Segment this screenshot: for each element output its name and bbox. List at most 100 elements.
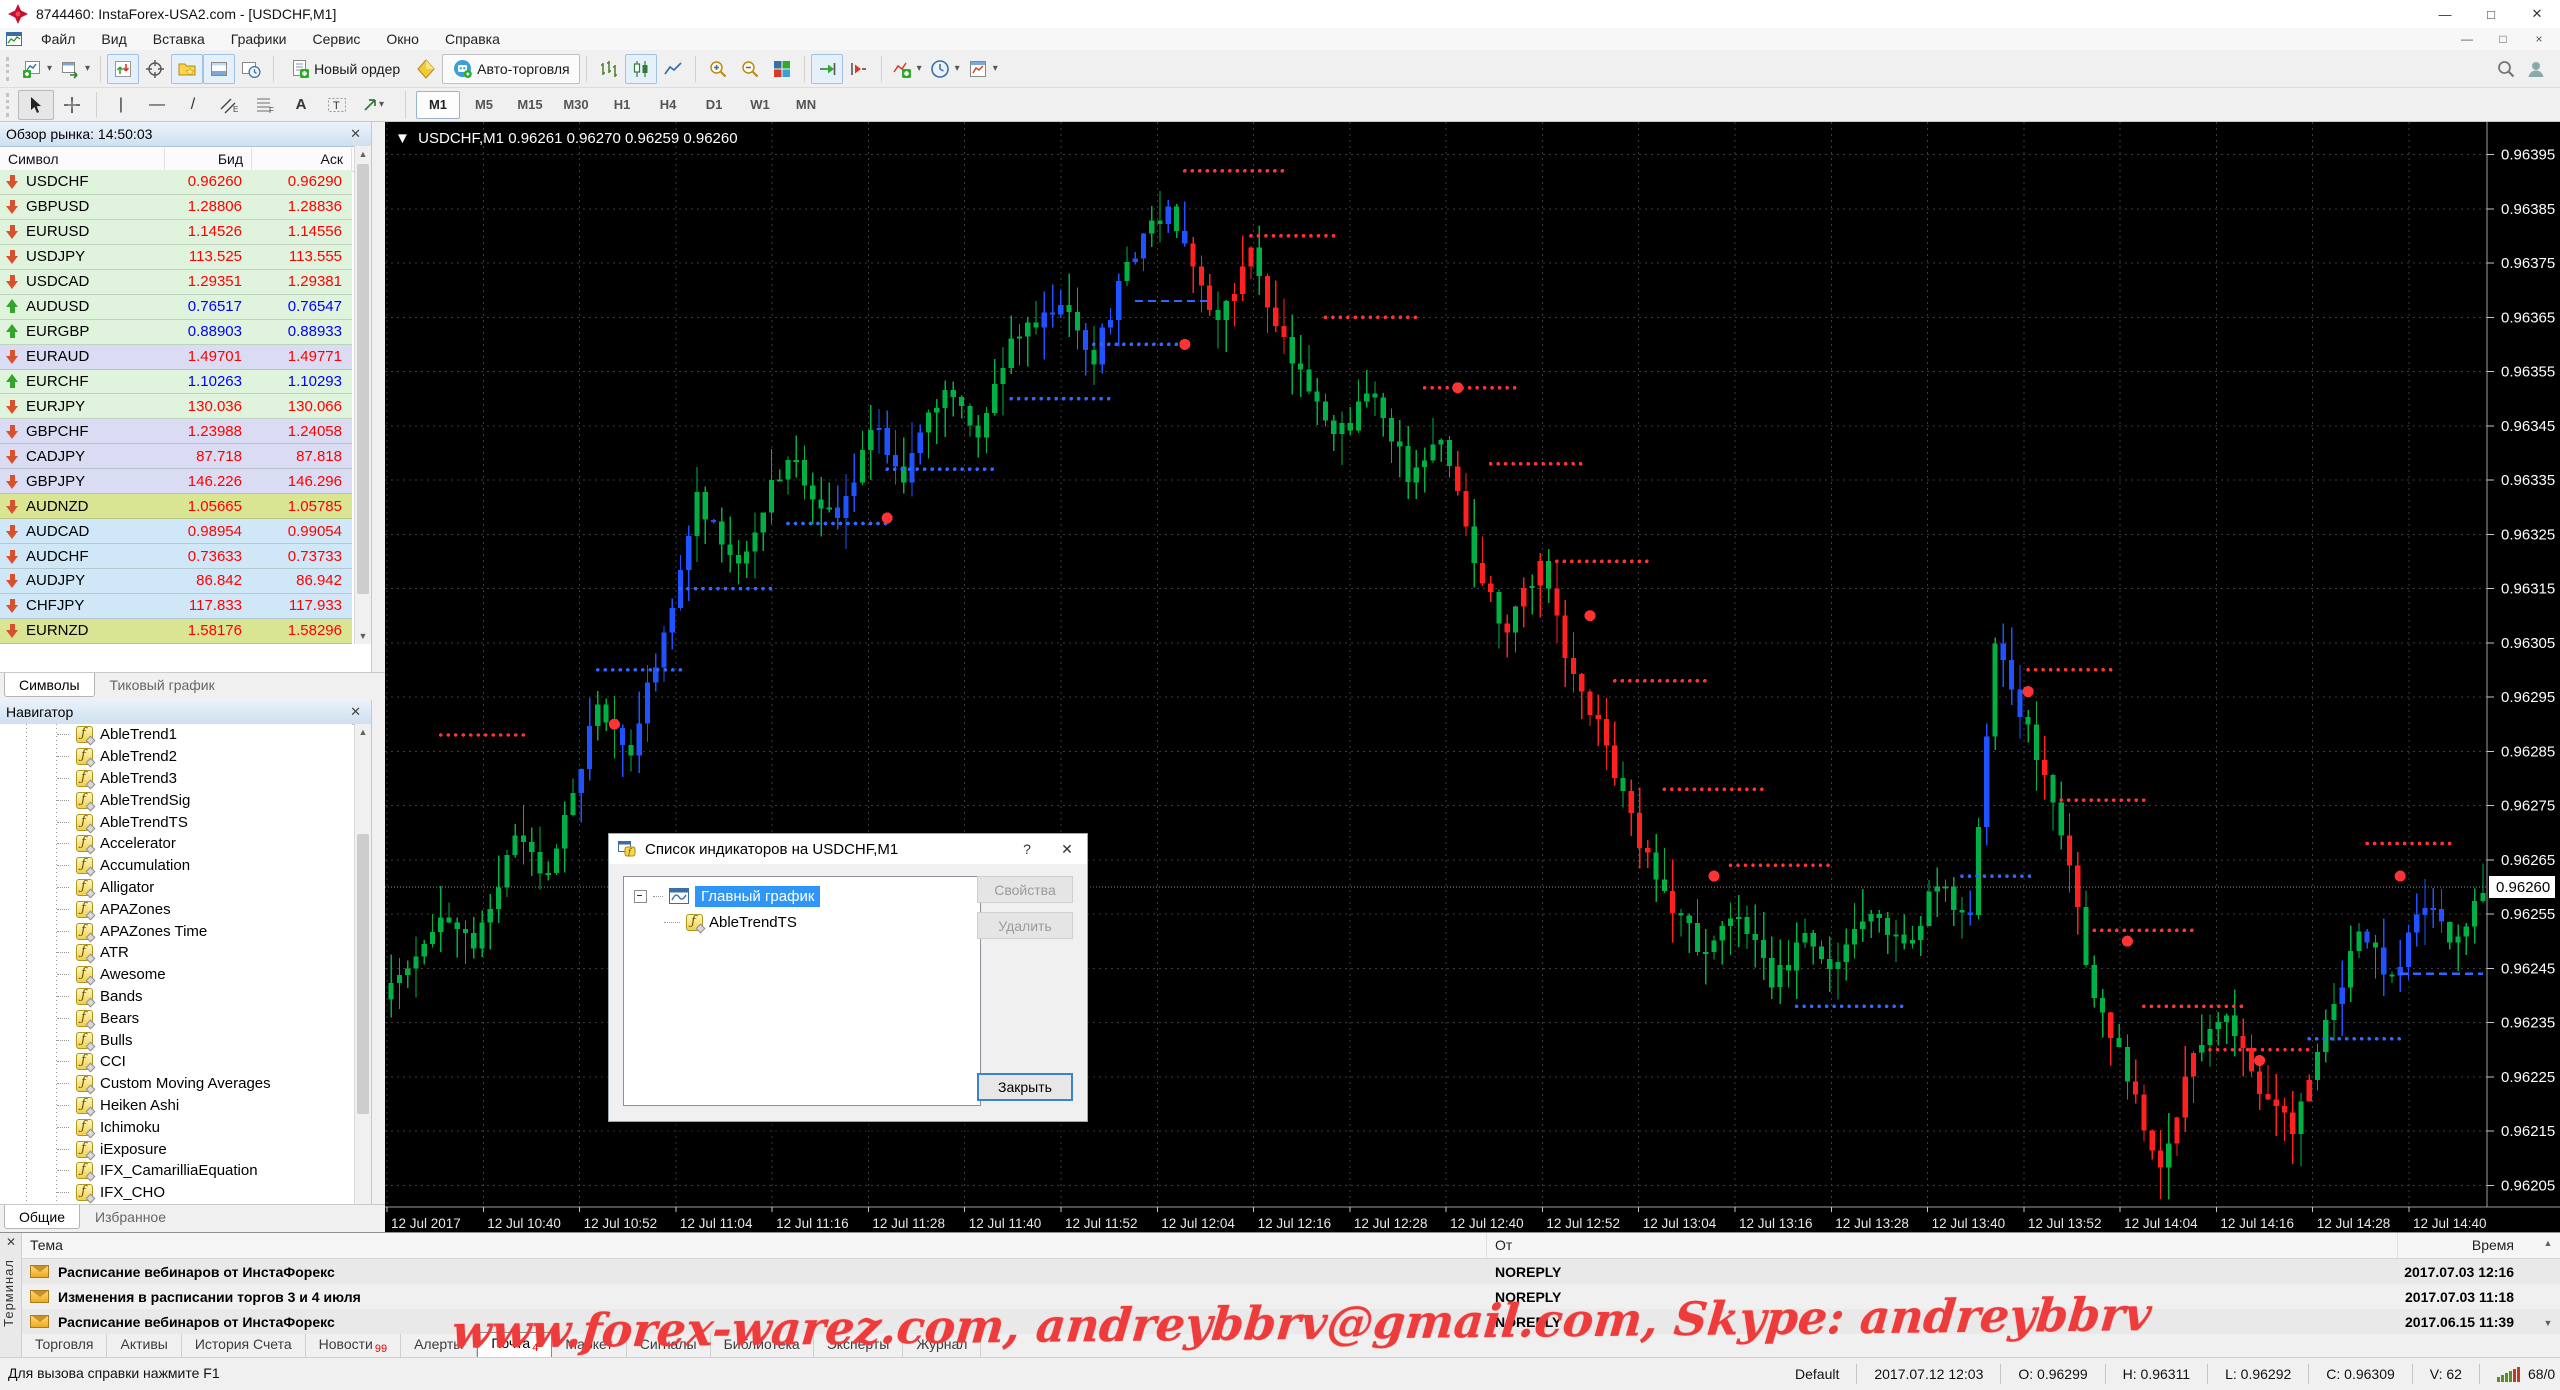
nav-item-heiken-ashi[interactable]: Heiken Ashi xyxy=(0,1095,352,1117)
strategy-tester-button[interactable] xyxy=(235,54,267,84)
scroll-up-icon[interactable]: ▲ xyxy=(2540,1235,2556,1251)
tree-collapse-icon[interactable] xyxy=(634,890,647,903)
chart-minimize-icon[interactable]: — xyxy=(2456,32,2478,46)
vertical-line-tool-button[interactable]: | xyxy=(103,90,139,120)
terminal-tab-market[interactable]: Маркет xyxy=(552,1334,626,1358)
cursor-tool-button[interactable] xyxy=(18,90,54,120)
nav-item-bulls[interactable]: Bulls xyxy=(0,1029,352,1051)
timeframe-h4[interactable]: H4 xyxy=(646,91,690,119)
mail-row[interactable]: Изменения в расписании торгов 3 и 4 июля… xyxy=(22,1284,2560,1309)
nav-item-apazones-time[interactable]: APAZones Time xyxy=(0,920,352,942)
chart-close-icon[interactable]: × xyxy=(2528,32,2550,46)
symbol-row-eurchf[interactable]: EURCHF 1.10263 1.10293 xyxy=(0,370,352,395)
auto-scroll-button[interactable] xyxy=(811,54,843,84)
mail-row[interactable]: Расписание вебинаров от ИнстаФорекс NORE… xyxy=(22,1259,2560,1284)
symbol-row-eurgbp[interactable]: EURGBP 0.88903 0.88933 xyxy=(0,320,352,345)
arrows-tool-button[interactable]: ▾ xyxy=(355,90,391,120)
templates-button[interactable]: ▾ xyxy=(964,54,1002,84)
nav-item-abletrendsig[interactable]: AbleTrendSig xyxy=(0,789,352,811)
symbol-row-gbpchf[interactable]: GBPCHF 1.23988 1.24058 xyxy=(0,419,352,444)
zoom-out-button[interactable] xyxy=(734,54,766,84)
auto-trading-button[interactable]: Авто-торговля xyxy=(442,54,579,84)
terminal-tab-account-history[interactable]: История Счета xyxy=(182,1334,306,1358)
new-chart-button[interactable]: ▾ xyxy=(18,54,56,84)
dialog-close-button[interactable]: ✕ xyxy=(1047,834,1087,864)
terminal-close-icon[interactable]: ✕ xyxy=(0,1235,22,1251)
timeframe-m1[interactable]: M1 xyxy=(416,91,460,119)
nav-item-ichimoku[interactable]: Ichimoku xyxy=(0,1116,352,1138)
symbol-row-audchf[interactable]: AUDCHF 0.73633 0.73733 xyxy=(0,544,352,569)
trendline-tool-button[interactable]: / xyxy=(175,90,211,120)
terminal-tab-library[interactable]: Библиотека xyxy=(711,1334,814,1358)
status-profile[interactable]: Default xyxy=(1778,1364,1856,1384)
scroll-up-icon[interactable]: ▲ xyxy=(355,146,371,162)
nav-item-awesome[interactable]: Awesome xyxy=(0,964,352,986)
menu-charts[interactable]: Графики xyxy=(218,28,300,50)
tab-symbols[interactable]: Символы xyxy=(4,673,95,697)
symbol-row-usdchf[interactable]: USDCHF 0.96260 0.96290 xyxy=(0,170,352,195)
toolbar-grip[interactable] xyxy=(6,93,12,117)
nav-item-abletrend1[interactable]: AbleTrend1 xyxy=(0,724,352,746)
terminal-toggle-button[interactable] xyxy=(203,54,235,84)
market-watch-toggle-button[interactable] xyxy=(107,54,139,84)
timeframe-h1[interactable]: H1 xyxy=(600,91,644,119)
column-symbol[interactable]: Символ xyxy=(0,148,165,171)
close-button[interactable]: ✕ xyxy=(2514,0,2560,28)
mail-row[interactable]: Расписание вебинаров от ИнстаФорекс NORE… xyxy=(22,1309,2560,1334)
scroll-down-icon[interactable]: ▼ xyxy=(2540,1315,2556,1331)
nav-item-atr[interactable]: ATR xyxy=(0,942,352,964)
dialog-title-bar[interactable]: f Список индикаторов на USDCHF,M1 ? ✕ xyxy=(609,834,1087,864)
properties-button[interactable]: Свойства xyxy=(977,876,1073,903)
timeframe-m15[interactable]: M15 xyxy=(508,91,552,119)
symbol-row-eurusd[interactable]: EURUSD 1.14526 1.14556 xyxy=(0,220,352,245)
indicators-button[interactable]: ▾ xyxy=(888,54,926,84)
fibonacci-tool-button[interactable]: F xyxy=(247,90,283,120)
tree-item-label-selected[interactable]: Главный график xyxy=(695,886,820,907)
column-from[interactable]: От xyxy=(1487,1233,2398,1258)
menu-file[interactable]: Файл xyxy=(28,28,88,50)
toolbar-grip[interactable] xyxy=(6,57,12,81)
community-icon[interactable] xyxy=(2526,59,2546,79)
nav-item-alligator[interactable]: Alligator xyxy=(0,877,352,899)
symbol-row-eurnzd[interactable]: EURNZD 1.58176 1.58296 xyxy=(0,619,352,644)
nav-item-iexposure[interactable]: iExposure xyxy=(0,1138,352,1160)
nav-item-ifx-cho[interactable]: IFX_CHO xyxy=(0,1182,352,1204)
text-tool-button[interactable]: A xyxy=(283,90,319,120)
metaeditor-button[interactable] xyxy=(410,54,442,84)
candlestick-mode-button[interactable] xyxy=(625,54,657,84)
timeframe-m5[interactable]: M5 xyxy=(462,91,506,119)
terminal-tab-assets[interactable]: Активы xyxy=(107,1334,181,1358)
nav-item-abletrend2[interactable]: AbleTrend2 xyxy=(0,746,352,768)
tree-item-main-chart[interactable]: Главный график xyxy=(624,883,980,909)
bar-chart-mode-button[interactable] xyxy=(593,54,625,84)
maximize-button[interactable]: □ xyxy=(2468,0,2514,28)
symbol-row-euraud[interactable]: EURAUD 1.49701 1.49771 xyxy=(0,345,352,370)
nav-item-accumulation[interactable]: Accumulation xyxy=(0,855,352,877)
market-watch-scrollbar[interactable]: ▲ ▼ xyxy=(354,146,371,644)
symbol-row-chfjpy[interactable]: CHFJPY 117.833 117.933 xyxy=(0,594,352,619)
column-time[interactable]: Время xyxy=(2398,1233,2560,1258)
nav-item-accelerator[interactable]: Accelerator xyxy=(0,833,352,855)
scroll-up-icon[interactable]: ▲ xyxy=(355,724,371,740)
menu-service[interactable]: Сервис xyxy=(299,28,373,50)
close-dialog-button[interactable]: Закрыть xyxy=(977,1073,1073,1101)
tab-tick-chart[interactable]: Тиковый график xyxy=(95,673,230,697)
menu-help[interactable]: Справка xyxy=(432,28,513,50)
line-chart-mode-button[interactable] xyxy=(657,54,689,84)
data-window-button[interactable] xyxy=(139,54,171,84)
symbol-row-gbpusd[interactable]: GBPUSD 1.28806 1.28836 xyxy=(0,195,352,220)
dialog-help-button[interactable]: ? xyxy=(1007,834,1047,864)
terminal-tab-mail[interactable]: Почта4 xyxy=(477,1332,552,1359)
profiles-button[interactable]: ▾ xyxy=(56,54,94,84)
scroll-down-icon[interactable]: ▼ xyxy=(355,628,371,644)
navigator-toggle-button[interactable] xyxy=(171,54,203,84)
minimize-button[interactable]: — xyxy=(2422,0,2468,28)
terminal-tab-signals[interactable]: Сигналы xyxy=(627,1334,711,1358)
text-label-tool-button[interactable]: T xyxy=(319,90,355,120)
delete-button[interactable]: Удалить xyxy=(977,912,1073,939)
symbol-row-audnzd[interactable]: AUDNZD 1.05665 1.05785 xyxy=(0,494,352,519)
column-ask[interactable]: Аск xyxy=(252,148,352,171)
nav-item-abletrend3[interactable]: AbleTrend3 xyxy=(0,768,352,790)
nav-item-custom-moving-averages[interactable]: Custom Moving Averages xyxy=(0,1073,352,1095)
terminal-tab-alerts[interactable]: Алерты xyxy=(401,1334,477,1358)
